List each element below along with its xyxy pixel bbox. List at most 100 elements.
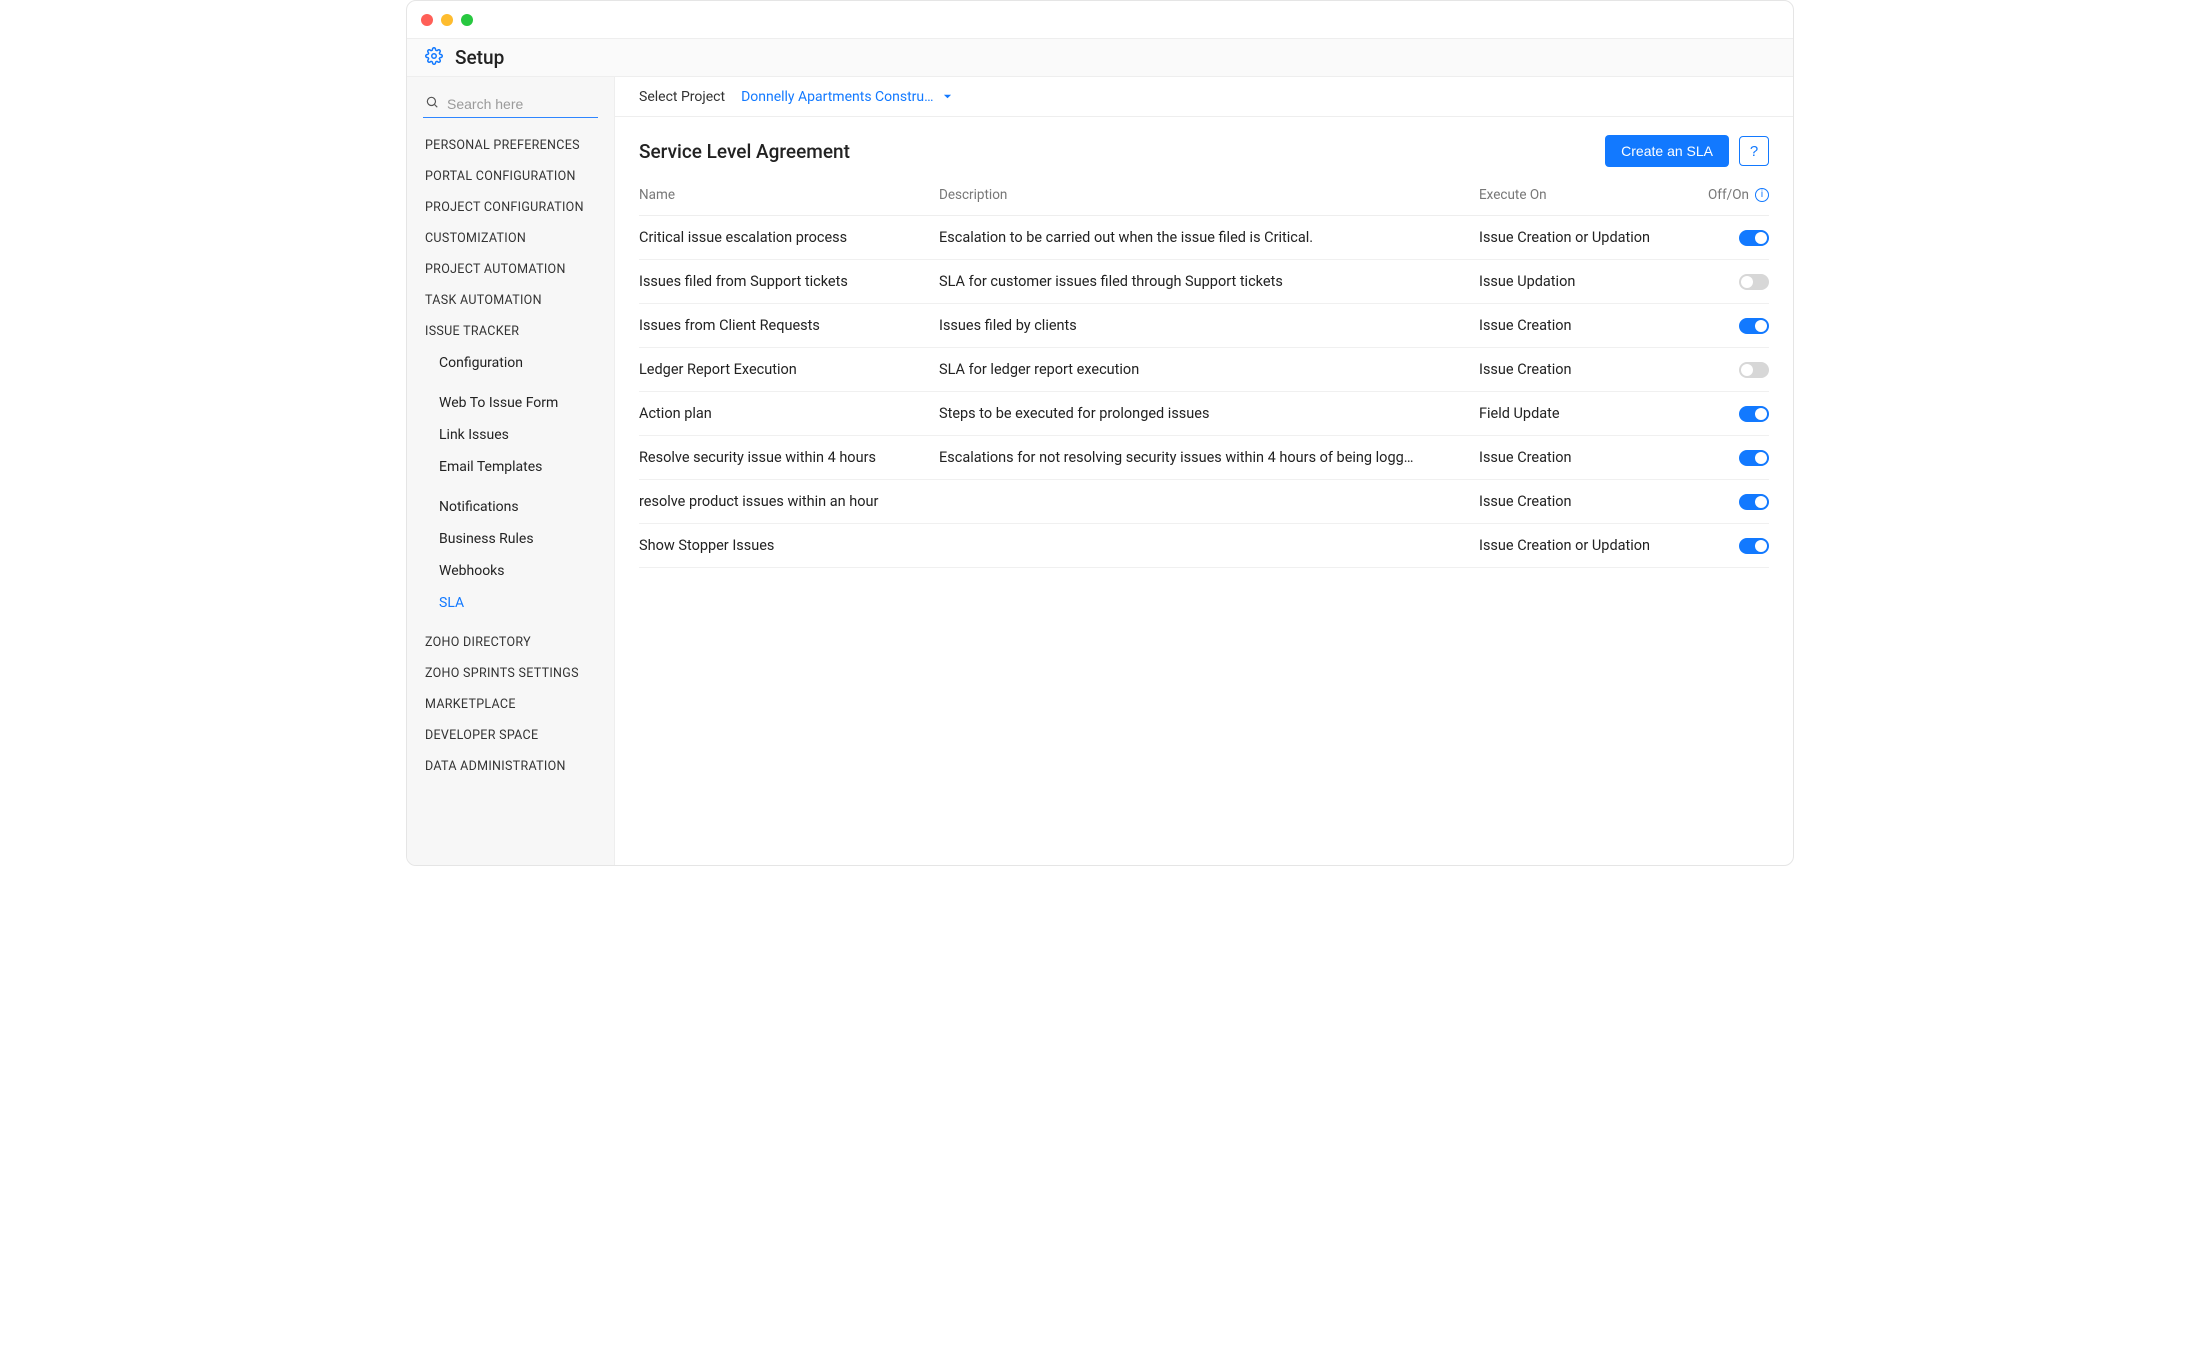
search-icon bbox=[425, 95, 439, 113]
table-row[interactable]: Issues filed from Support ticketsSLA for… bbox=[639, 260, 1769, 304]
toggle-switch[interactable] bbox=[1739, 494, 1769, 510]
sidebar-section[interactable]: DATA ADMINISTRATION bbox=[407, 751, 614, 782]
cell-name: Show Stopper Issues bbox=[639, 537, 939, 554]
sidebar-nav: PERSONAL PREFERENCESPORTAL CONFIGURATION… bbox=[407, 130, 614, 782]
cell-execute-on: Field Update bbox=[1479, 405, 1689, 422]
sidebar-section[interactable]: DEVELOPER SPACE bbox=[407, 720, 614, 751]
sidebar-item[interactable]: Notifications bbox=[407, 491, 614, 523]
cell-name: Ledger Report Execution bbox=[639, 361, 939, 378]
cell-description: Steps to be executed for prolonged issue… bbox=[939, 405, 1479, 422]
maximize-window-icon[interactable] bbox=[461, 14, 473, 26]
cell-execute-on: Issue Creation or Updation bbox=[1479, 537, 1689, 554]
body: PERSONAL PREFERENCESPORTAL CONFIGURATION… bbox=[407, 77, 1793, 865]
nav-gap bbox=[407, 379, 614, 387]
cell-description: SLA for customer issues filed through Su… bbox=[939, 273, 1479, 290]
main: Select Project Donnelly Apartments Const… bbox=[615, 77, 1793, 865]
table-row[interactable]: Show Stopper Issues Issue Creation or Upd… bbox=[639, 524, 1769, 568]
cell-name: Critical issue escalation process bbox=[639, 229, 939, 246]
toggle-knob bbox=[1755, 232, 1767, 244]
table-row[interactable]: resolve product issues within an hour Iss… bbox=[639, 480, 1769, 524]
sidebar-section[interactable]: PROJECT CONFIGURATION bbox=[407, 192, 614, 223]
table-row[interactable]: Ledger Report ExecutionSLA for ledger re… bbox=[639, 348, 1769, 392]
sla-table: Name Description Execute On Off/On i Cri… bbox=[615, 179, 1793, 865]
toggle-knob bbox=[1741, 364, 1753, 376]
search-input[interactable] bbox=[447, 96, 596, 112]
sidebar-section[interactable]: ZOHO SPRINTS SETTINGS bbox=[407, 658, 614, 689]
toggle-switch[interactable] bbox=[1739, 318, 1769, 334]
sidebar-item[interactable]: Business Rules bbox=[407, 523, 614, 555]
help-button[interactable]: ? bbox=[1739, 136, 1769, 166]
cell-execute-on: Issue Creation bbox=[1479, 317, 1689, 334]
app-window: Setup PERSONAL PREFERENCESPORTAL CONFIGU… bbox=[406, 0, 1794, 866]
toggle-switch[interactable] bbox=[1739, 538, 1769, 554]
th-execute-on: Execute On bbox=[1479, 187, 1689, 203]
cell-execute-on: Issue Updation bbox=[1479, 273, 1689, 290]
th-description: Description bbox=[939, 187, 1479, 203]
project-label: Select Project bbox=[639, 89, 725, 105]
toggle-knob bbox=[1755, 452, 1767, 464]
table-row[interactable]: Resolve security issue within 4 hoursEsc… bbox=[639, 436, 1769, 480]
toggle-knob bbox=[1755, 496, 1767, 508]
cell-name: Issues filed from Support tickets bbox=[639, 273, 939, 290]
nav-gap bbox=[407, 619, 614, 627]
toggle-switch[interactable] bbox=[1739, 406, 1769, 422]
sidebar-section[interactable]: TASK AUTOMATION bbox=[407, 285, 614, 316]
th-name: Name bbox=[639, 187, 939, 203]
search-field[interactable] bbox=[423, 91, 598, 118]
sidebar-section[interactable]: PERSONAL PREFERENCES bbox=[407, 130, 614, 161]
sidebar-item[interactable]: Configuration bbox=[407, 347, 614, 379]
info-icon[interactable]: i bbox=[1755, 188, 1769, 202]
traffic-lights bbox=[421, 14, 473, 26]
page-header: Service Level Agreement Create an SLA ? bbox=[615, 117, 1793, 179]
close-window-icon[interactable] bbox=[421, 14, 433, 26]
sidebar: PERSONAL PREFERENCESPORTAL CONFIGURATION… bbox=[407, 77, 615, 865]
search-wrap bbox=[407, 87, 614, 130]
cell-name: Issues from Client Requests bbox=[639, 317, 939, 334]
page-title: Service Level Agreement bbox=[639, 140, 850, 163]
topbar: Setup bbox=[407, 39, 1793, 77]
table-header-row: Name Description Execute On Off/On i bbox=[639, 179, 1769, 216]
sidebar-section[interactable]: ISSUE TRACKER bbox=[407, 316, 614, 347]
sidebar-item[interactable]: Email Templates bbox=[407, 451, 614, 483]
toggle-switch[interactable] bbox=[1739, 450, 1769, 466]
th-off-on-label: Off/On bbox=[1708, 187, 1749, 203]
sidebar-item[interactable]: Webhooks bbox=[407, 555, 614, 587]
table-row[interactable]: Issues from Client RequestsIssues filed … bbox=[639, 304, 1769, 348]
page-app-title: Setup bbox=[455, 46, 504, 69]
project-selector-bar: Select Project Donnelly Apartments Const… bbox=[615, 77, 1793, 117]
sidebar-section[interactable]: PROJECT AUTOMATION bbox=[407, 254, 614, 285]
sidebar-section[interactable]: ZOHO DIRECTORY bbox=[407, 627, 614, 658]
chevron-down-icon bbox=[943, 89, 952, 105]
cell-execute-on: Issue Creation bbox=[1479, 449, 1689, 466]
toggle-knob bbox=[1755, 408, 1767, 420]
minimize-window-icon[interactable] bbox=[441, 14, 453, 26]
cell-description: Escalations for not resolving security i… bbox=[939, 449, 1479, 466]
sidebar-section[interactable]: CUSTOMIZATION bbox=[407, 223, 614, 254]
cell-name: resolve product issues within an hour bbox=[639, 493, 939, 510]
toggle-switch[interactable] bbox=[1739, 230, 1769, 246]
page-actions: Create an SLA ? bbox=[1605, 135, 1769, 167]
create-sla-button[interactable]: Create an SLA bbox=[1605, 135, 1729, 167]
project-selected-value: Donnelly Apartments Constru… bbox=[741, 89, 933, 105]
toggle-switch[interactable] bbox=[1739, 362, 1769, 378]
nav-gap bbox=[407, 483, 614, 491]
project-dropdown[interactable]: Donnelly Apartments Constru… bbox=[741, 89, 952, 105]
table-row[interactable]: Critical issue escalation processEscalat… bbox=[639, 216, 1769, 260]
cell-execute-on: Issue Creation bbox=[1479, 361, 1689, 378]
sidebar-item[interactable]: Link Issues bbox=[407, 419, 614, 451]
sidebar-section[interactable]: MARKETPLACE bbox=[407, 689, 614, 720]
sidebar-item[interactable]: Web To Issue Form bbox=[407, 387, 614, 419]
th-off-on: Off/On i bbox=[1689, 187, 1769, 203]
sidebar-section[interactable]: PORTAL CONFIGURATION bbox=[407, 161, 614, 192]
gear-icon bbox=[425, 47, 443, 69]
cell-name: Resolve security issue within 4 hours bbox=[639, 449, 939, 466]
cell-execute-on: Issue Creation bbox=[1479, 493, 1689, 510]
toggle-switch[interactable] bbox=[1739, 274, 1769, 290]
table-row[interactable]: Action planSteps to be executed for prol… bbox=[639, 392, 1769, 436]
toggle-knob bbox=[1755, 320, 1767, 332]
cell-description: Escalation to be carried out when the is… bbox=[939, 229, 1479, 246]
table-body: Critical issue escalation processEscalat… bbox=[639, 216, 1769, 568]
sidebar-item[interactable]: SLA bbox=[407, 587, 614, 619]
toggle-knob bbox=[1755, 540, 1767, 552]
cell-description: Issues filed by clients bbox=[939, 317, 1479, 334]
